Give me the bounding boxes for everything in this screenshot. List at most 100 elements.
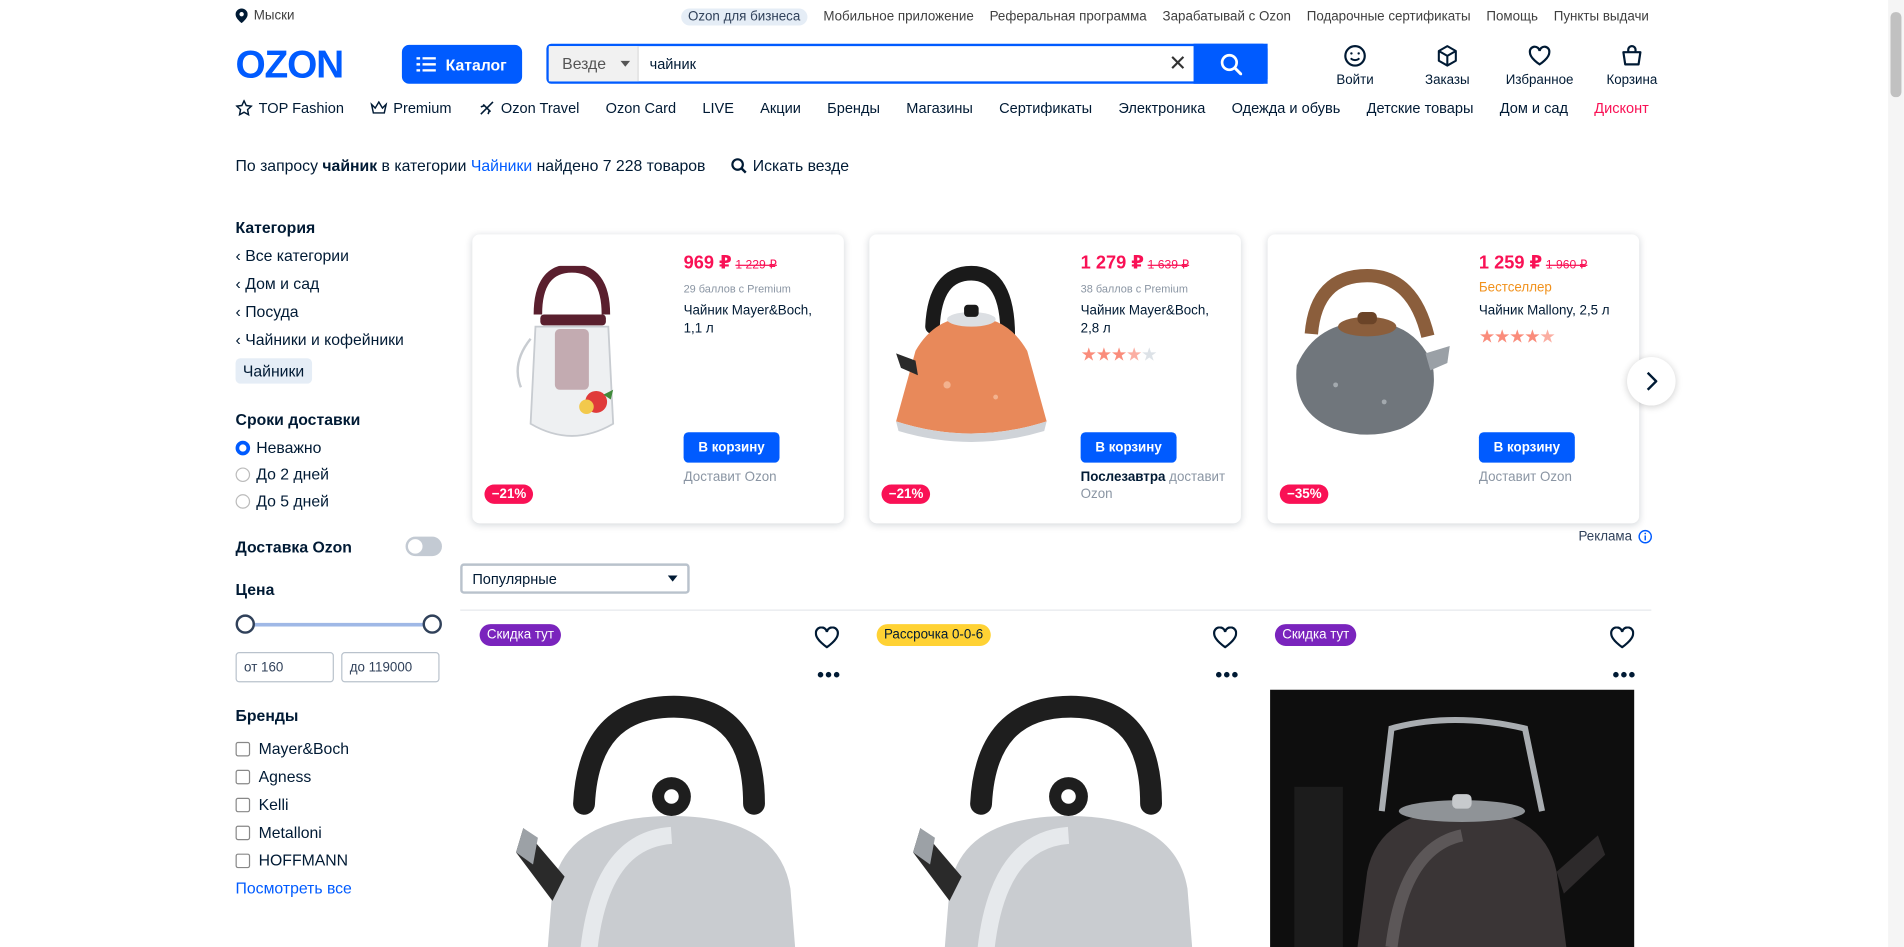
nav-kids[interactable]: Детские товары — [1367, 100, 1474, 117]
checkbox[interactable] — [235, 769, 251, 784]
ozon-logo[interactable]: OZON — [236, 44, 367, 87]
product-card[interactable]: Скидка тут ••• — [1268, 617, 1652, 947]
nav-home-garden[interactable]: Дом и сад — [1500, 100, 1568, 117]
crumb-label: Все категории — [245, 246, 349, 265]
brand-option[interactable]: Metalloni — [235, 823, 442, 841]
price-old: 1 229 ₽ — [735, 258, 777, 272]
top-link-earn[interactable]: Зарабатывай с Ozon — [1163, 10, 1291, 25]
nav-shops[interactable]: Магазины — [906, 100, 973, 117]
product-image[interactable] — [1270, 689, 1635, 947]
checkbox[interactable] — [235, 852, 251, 868]
radio[interactable] — [235, 493, 251, 509]
search-everywhere-link[interactable]: Искать везде — [731, 157, 849, 175]
product-image[interactable] — [913, 695, 1193, 947]
scrollbar-thumb[interactable] — [1890, 12, 1902, 98]
price-inputs: от 160 до 119000 — [235, 652, 442, 683]
summary-category-link[interactable]: Чайники — [471, 157, 532, 175]
heart-icon[interactable] — [1610, 626, 1635, 649]
ad-product-name[interactable]: Чайник Mayer&Boch, 2,8 л — [1081, 302, 1229, 338]
ad-product-card[interactable]: 1 259 ₽1 960 ₽ Бестселлер Чайник Mallony… — [1267, 234, 1640, 524]
more-options-icon[interactable]: ••• — [817, 665, 841, 687]
ozon-delivery-toggle[interactable] — [405, 536, 442, 557]
ad-product-card[interactable]: 1 279 ₽1 639 ₽ 38 баллов с Premium Чайни… — [869, 234, 1241, 524]
location-selector[interactable]: Мыски — [235, 8, 295, 24]
ad-product-name[interactable]: Чайник Mallony, 2,5 л — [1479, 302, 1627, 320]
search-button[interactable] — [1193, 43, 1268, 84]
nav-discount[interactable]: Дисконт — [1594, 100, 1649, 117]
ad-product-name[interactable]: Чайник Mayer&Boch, 1,1 л — [684, 302, 832, 338]
slider-handle-min[interactable] — [235, 614, 255, 634]
price-to-input[interactable]: до 119000 — [341, 652, 440, 683]
star-icon — [235, 99, 253, 117]
ad-product-card[interactable]: 969 ₽1 229 ₽ 29 баллов с Premium Чайник … — [472, 234, 844, 524]
search-scope-select[interactable]: Везде — [548, 46, 639, 82]
checkbox[interactable] — [235, 741, 251, 756]
add-to-cart-button[interactable]: В корзину — [1478, 432, 1575, 463]
category-crumb[interactable]: ‹ Все категории — [236, 246, 442, 264]
results-summary: По запросу чайник в категории Чайники на… — [236, 157, 706, 175]
top-link-referral[interactable]: Реферальная программа — [990, 10, 1147, 25]
checkbox[interactable] — [235, 797, 251, 812]
clear-search-icon[interactable]: ✕ — [1162, 51, 1194, 76]
product-image[interactable] — [511, 265, 632, 446]
category-crumb[interactable]: ‹ Чайники и кофейники — [236, 330, 442, 348]
top-link-pickup-points[interactable]: Пункты выдачи — [1554, 10, 1649, 25]
more-options-icon[interactable]: ••• — [1215, 665, 1239, 687]
cart-button[interactable]: Корзина — [1586, 44, 1678, 87]
nav-certificates[interactable]: Сертификаты — [999, 100, 1092, 117]
product-image[interactable] — [516, 695, 796, 947]
slider-handle-max[interactable] — [422, 614, 442, 634]
checkbox[interactable] — [235, 825, 251, 840]
radio[interactable] — [235, 466, 251, 482]
top-link-gift-cards[interactable]: Подарочные сертификаты — [1307, 10, 1471, 25]
search-input[interactable]: чайник — [639, 55, 1162, 72]
product-card[interactable]: Скидка тут ••• — [472, 617, 856, 947]
product-card[interactable]: Рассрочка 0-0-6 ••• — [869, 617, 1253, 947]
add-to-cart-button[interactable]: В корзину — [683, 432, 780, 463]
nav-promotions[interactable]: Акции — [760, 100, 801, 117]
brand-option[interactable]: Agness — [235, 767, 442, 786]
price-from-input[interactable]: от 160 — [235, 652, 334, 683]
category-crumb[interactable]: ‹ Посуда — [236, 302, 442, 320]
heart-icon[interactable] — [814, 626, 839, 649]
orders-button[interactable]: Заказы — [1401, 44, 1493, 87]
page-scrollbar[interactable] — [1888, 0, 1904, 947]
top-link-help[interactable]: Помощь — [1486, 10, 1538, 25]
radio-checked[interactable] — [235, 440, 251, 455]
carousel-next-button[interactable] — [1627, 356, 1676, 406]
brand-option[interactable]: Mayer&Boch — [235, 739, 442, 758]
ad-label[interactable]: Реклама — [1578, 529, 1653, 544]
top-link-app[interactable]: Мобильное приложение — [823, 10, 973, 25]
brand-option[interactable]: HOFFMANN — [235, 851, 442, 869]
nav-brands[interactable]: Бренды — [827, 100, 880, 117]
product-image[interactable] — [886, 263, 1056, 445]
delivery-option[interactable]: До 2 дней — [235, 465, 442, 483]
brand-option[interactable]: Kelli — [235, 795, 442, 814]
catalog-button[interactable]: Каталог — [401, 44, 523, 84]
product-image[interactable] — [1280, 268, 1455, 440]
nav-top-fashion[interactable]: TOP Fashion — [235, 99, 344, 117]
brand-label: Mayer&Boch — [258, 739, 349, 758]
heart-icon[interactable] — [1213, 626, 1238, 649]
nav-ozon-travel[interactable]: Ozon Travel — [478, 100, 579, 117]
current-category-chip[interactable]: Чайники — [235, 358, 312, 384]
price-slider[interactable] — [235, 611, 442, 638]
info-icon — [1638, 529, 1653, 544]
delivery-option[interactable]: Неважно — [235, 438, 442, 457]
sort-select[interactable]: Популярные — [460, 563, 690, 594]
see-all-brands-link[interactable]: Посмотреть все — [236, 879, 442, 897]
nav-premium[interactable]: Premium — [370, 100, 452, 117]
nav-clothes[interactable]: Одежда и обувь — [1232, 100, 1341, 117]
login-button[interactable]: Войти — [1309, 44, 1401, 87]
top-link-business[interactable]: Ozon для бизнеса — [680, 8, 808, 26]
more-options-icon[interactable]: ••• — [1612, 665, 1636, 687]
category-crumb[interactable]: ‹ Дом и сад — [236, 274, 442, 292]
location-label: Мыски — [253, 8, 295, 24]
nav-ozon-card[interactable]: Ozon Card — [606, 100, 676, 117]
add-to-cart-button[interactable]: В корзину — [1080, 432, 1177, 463]
nav-live[interactable]: LIVE — [702, 100, 734, 117]
promo-badge: Скидка тут — [479, 624, 562, 646]
favorites-button[interactable]: Избранное — [1493, 44, 1585, 87]
delivery-option[interactable]: До 5 дней — [235, 492, 442, 510]
nav-electronics[interactable]: Электроника — [1118, 100, 1205, 117]
